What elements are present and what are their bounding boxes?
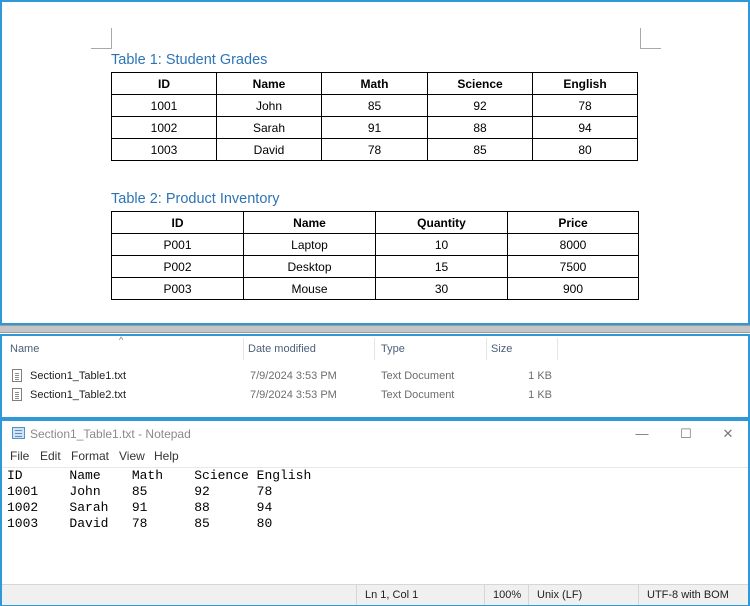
table-header-cell: Name [216,72,322,95]
file-type: Text Document [381,389,455,401]
file-name: Section1_Table2.txt [30,389,127,401]
document-page: Table 1: Student Grades ID Name Math Sci… [0,0,750,325]
menu-format[interactable]: Format [71,449,109,463]
table-cell: 1001 [111,94,217,117]
column-header-type[interactable]: Type [381,336,485,362]
table-header-row: ID Name Quantity Price [111,211,639,234]
file-date: 7/9/2024 3:53 PM [250,370,337,382]
status-cursor-position: Ln 1, Col 1 [356,585,484,605]
table-header-cell: Science [427,72,533,95]
maximize-button[interactable]: ☐ [664,421,708,447]
file-row[interactable]: Section1_Table2.txt 7/9/2024 3:53 PM Tex… [10,386,570,405]
column-divider[interactable] [486,338,487,360]
file-size: 1 KB [528,389,552,401]
table-cell: 91 [321,116,428,139]
table-cell: Laptop [243,233,376,256]
file-type: Text Document [381,370,455,382]
table-cell: 92 [427,94,533,117]
file-name: Section1_Table1.txt [30,370,127,382]
table-header-cell: ID [111,211,244,234]
table-cell: John [216,94,322,117]
notepad-window: Section1_Table1.txt - Notepad — ☐ ✕ File… [0,419,750,606]
crop-mark-top-right [640,28,661,49]
table2-caption: Table 2: Product Inventory [111,191,280,207]
text-editor[interactable]: ID Name Math Science English 1001 John 8… [2,467,748,585]
crop-mark-top-left [91,28,112,49]
file-explorer: ^ Name Date modified Type Size Section1_… [0,334,750,419]
table-header-cell: Price [507,211,639,234]
notepad-icon [12,427,25,439]
table-cell: 8000 [507,233,639,256]
column-divider[interactable] [557,338,558,360]
table-cell: 15 [375,255,508,278]
table-cell: Mouse [243,277,376,300]
table-cell: 78 [321,138,428,161]
menu-edit[interactable]: Edit [40,449,61,463]
column-header-size[interactable]: Size [491,336,555,362]
editor-content[interactable]: ID Name Math Science English 1001 John 8… [2,468,748,532]
table-cell: 80 [532,138,638,161]
table-row: 1001 John 85 92 78 [111,94,638,117]
status-encoding: UTF-8 with BOM [638,585,748,605]
table1-caption: Table 1: Student Grades [111,52,268,68]
text-file-icon [12,388,22,401]
table-header-cell: Name [243,211,376,234]
status-bar: Ln 1, Col 1 100% Unix (LF) UTF-8 with BO… [2,584,748,605]
table-cell: Desktop [243,255,376,278]
menu-help[interactable]: Help [154,449,179,463]
table-cell: P001 [111,233,244,256]
window-title: Section1_Table1.txt - Notepad [30,427,191,441]
table-cell: 7500 [507,255,639,278]
table-cell: 78 [532,94,638,117]
column-header-name[interactable]: Name [10,336,242,362]
table-cell: P002 [111,255,244,278]
file-size: 1 KB [528,370,552,382]
table-cell: 900 [507,277,639,300]
panel-separator [0,325,750,333]
table-cell: 85 [321,94,428,117]
table-cell: Sarah [216,116,322,139]
column-divider[interactable] [374,338,375,360]
table-row: 1003 David 78 85 80 [111,138,638,161]
table-cell: 94 [532,116,638,139]
column-divider[interactable] [243,338,244,360]
file-date: 7/9/2024 3:53 PM [250,389,337,401]
table-cell: P003 [111,277,244,300]
close-button[interactable]: ✕ [706,421,750,447]
menu-file[interactable]: File [10,449,29,463]
minimize-button[interactable]: — [620,421,664,447]
table-header-cell: Math [321,72,428,95]
table-cell: 10 [375,233,508,256]
table-cell: 30 [375,277,508,300]
status-line-ending: Unix (LF) [528,585,638,605]
text-file-icon [12,369,22,382]
column-header-date-modified[interactable]: Date modified [248,336,372,362]
title-bar[interactable]: Section1_Table1.txt - Notepad — ☐ ✕ [2,421,748,447]
table-cell: 1002 [111,116,217,139]
table-cell: 85 [427,138,533,161]
table-header-cell: ID [111,72,217,95]
table-row: P003 Mouse 30 900 [111,277,639,300]
table-header-row: ID Name Math Science English [111,72,638,95]
file-row[interactable]: Section1_Table1.txt 7/9/2024 3:53 PM Tex… [10,367,570,386]
table-cell: David [216,138,322,161]
table-row: P001 Laptop 10 8000 [111,233,639,256]
table-header-cell: Quantity [375,211,508,234]
student-grades-table: ID Name Math Science English 1001 John 8… [111,72,638,161]
status-zoom: 100% [484,585,528,605]
menu-view[interactable]: View [119,449,145,463]
table-cell: 88 [427,116,533,139]
table-row: 1002 Sarah 91 88 94 [111,116,638,139]
table-row: P002 Desktop 15 7500 [111,255,639,278]
table-cell: 1003 [111,138,217,161]
product-inventory-table: ID Name Quantity Price P001 Laptop 10 80… [111,211,639,300]
table-header-cell: English [532,72,638,95]
